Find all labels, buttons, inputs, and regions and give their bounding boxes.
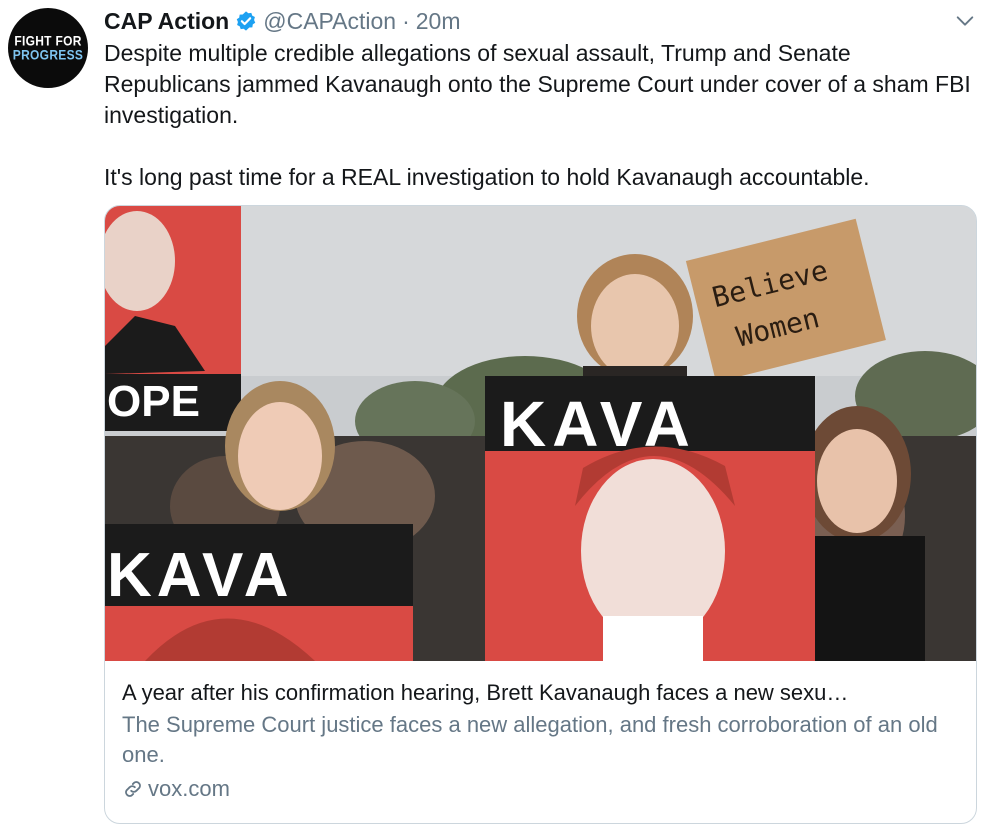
tweet-paragraph: Despite multiple credible allegations of…	[104, 40, 971, 128]
author-name[interactable]: CAP Action	[104, 8, 229, 35]
card-body: A year after his confirmation hearing, B…	[122, 678, 962, 804]
card-description: The Supreme Court justice faces a new al…	[122, 712, 938, 767]
avatar-text-line1: FIGHT FOR	[14, 32, 82, 50]
author-handle[interactable]: @CAPAction	[263, 8, 396, 35]
verified-badge-icon	[236, 11, 256, 31]
image-poster-left-text: KAVA	[107, 541, 293, 610]
image-poster-top-left-text: OPE	[107, 377, 200, 426]
avatar[interactable]: FIGHT FOR PROGRESS	[8, 8, 88, 88]
chevron-down-icon[interactable]	[954, 10, 976, 32]
avatar-text-line2: PROGRESS	[12, 46, 84, 64]
card-domain-text: vox.com	[148, 776, 230, 801]
tweet-paragraph: It's long past time for a REAL investiga…	[104, 164, 870, 190]
separator-dot: ·	[402, 7, 410, 34]
link-preview-card[interactable]: OPE Believe Women KAVA KAVA A year after…	[104, 205, 977, 824]
card-image[interactable]: OPE Believe Women KAVA KAVA	[105, 206, 976, 661]
card-domain[interactable]: vox.com	[122, 774, 962, 804]
tweet-header: CAP Action @CAPAction · 20m	[104, 6, 461, 36]
tweet-text: Despite multiple credible allegations of…	[104, 38, 974, 193]
link-icon	[125, 781, 141, 797]
tweet-timestamp[interactable]: 20m	[416, 8, 461, 35]
card-title[interactable]: A year after his confirmation hearing, B…	[122, 678, 962, 708]
